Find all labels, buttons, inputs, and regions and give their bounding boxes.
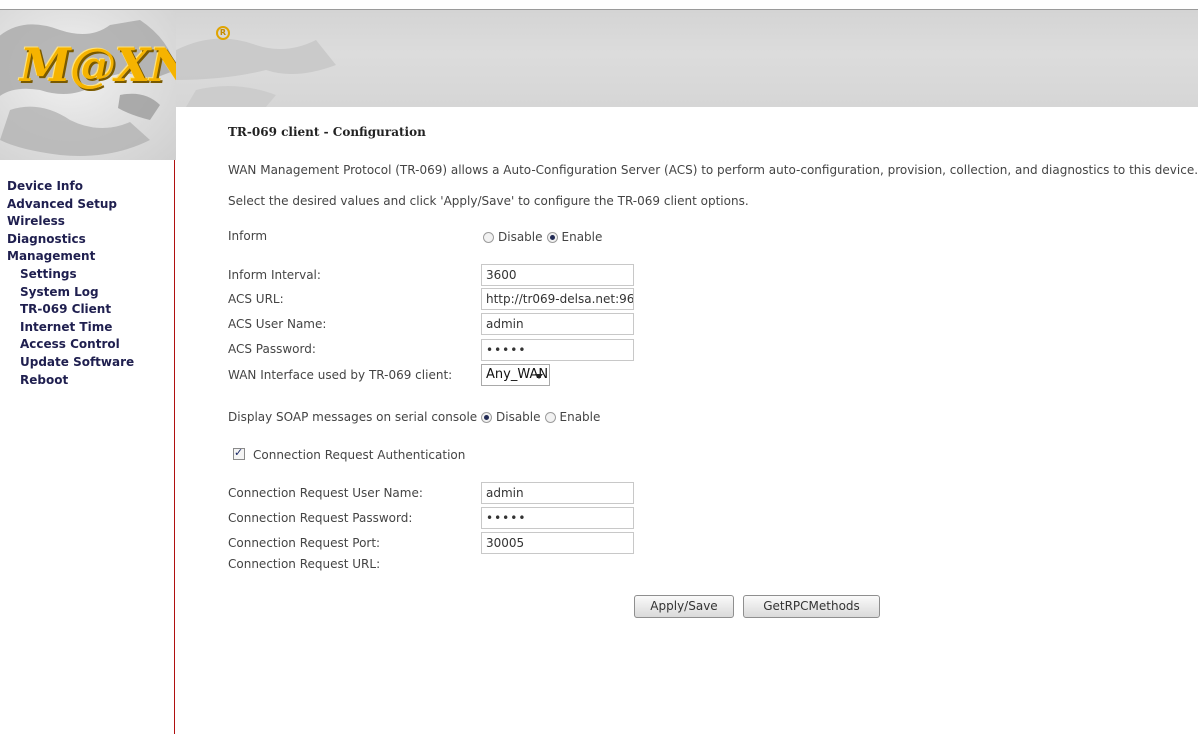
connection-request-auth-checkbox[interactable] — [233, 446, 245, 460]
inform-radio-group: Disable Enable — [483, 230, 606, 244]
soap-enable-radio[interactable] — [544, 411, 556, 423]
conn-request-password-input[interactable]: ••••• — [481, 507, 634, 529]
connection-request-auth-label: Connection Request Authentication — [253, 448, 466, 462]
nav-item-access-control[interactable]: Access Control — [7, 336, 172, 354]
acs-password-label: ACS Password: — [228, 342, 316, 356]
brand-logo: M@XNET — [20, 38, 176, 92]
nav-item-update-software[interactable]: Update Software — [7, 354, 172, 372]
get-rpc-methods-button[interactable]: GetRPCMethods — [743, 595, 880, 618]
inform-disable-label: Disable — [498, 230, 543, 244]
conn-request-user-label: Connection Request User Name: — [228, 486, 423, 500]
nav-item-management[interactable]: Management — [7, 248, 172, 266]
conn-request-url-label: Connection Request URL: — [228, 557, 381, 571]
soap-display-label: Display SOAP messages on serial console — [228, 410, 478, 424]
conn-request-password-label: Connection Request Password: — [228, 511, 413, 525]
nav-item-settings[interactable]: Settings — [7, 266, 172, 284]
soap-disable-label: Disable — [496, 410, 541, 424]
chevron-down-icon — [535, 374, 543, 379]
inform-interval-label: Inform Interval: — [228, 268, 321, 282]
sidebar-divider — [174, 160, 175, 734]
acs-url-input[interactable]: http://tr069-delsa.net:96 — [481, 288, 634, 310]
nav-item-reboot[interactable]: Reboot — [7, 372, 172, 390]
acs-user-name-input[interactable]: admin — [481, 313, 634, 335]
conn-request-user-input[interactable]: admin — [481, 482, 634, 504]
acs-user-name-label: ACS User Name: — [228, 317, 327, 331]
conn-request-port-label: Connection Request Port: — [228, 536, 381, 550]
nav-item-advanced-setup[interactable]: Advanced Setup — [7, 196, 172, 214]
nav-item-system-log[interactable]: System Log — [7, 284, 172, 302]
page-title: TR-069 client - Configuration — [228, 125, 426, 139]
main-content: TR-069 client - Configuration WAN Manage… — [228, 0, 1198, 734]
wan-interface-select[interactable]: Any_WAN — [481, 364, 550, 386]
soap-radio-group: Disable Enable — [481, 410, 604, 424]
nav-item-tr069-client[interactable]: TR-069 Client — [7, 301, 172, 319]
logo-panel: M@XNET — [0, 10, 176, 160]
nav-item-diagnostics[interactable]: Diagnostics — [7, 231, 172, 249]
inform-interval-input[interactable]: 3600 — [481, 264, 634, 286]
nav-item-wireless[interactable]: Wireless — [7, 213, 172, 231]
acs-url-label: ACS URL: — [228, 292, 284, 306]
page-description: WAN Management Protocol (TR-069) allows … — [228, 163, 1198, 177]
sidebar-nav: Device Info Advanced Setup Wireless Diag… — [7, 178, 172, 389]
acs-password-input[interactable]: ••••• — [481, 339, 634, 361]
nav-item-device-info[interactable]: Device Info — [7, 178, 172, 196]
inform-disable-radio[interactable] — [483, 231, 494, 243]
inform-enable-label: Enable — [561, 230, 603, 244]
soap-disable-radio[interactable] — [481, 411, 492, 423]
apply-save-button[interactable]: Apply/Save — [634, 595, 734, 618]
soap-enable-label: Enable — [559, 410, 601, 424]
nav-item-internet-time[interactable]: Internet Time — [7, 319, 172, 337]
wan-interface-label: WAN Interface used by TR-069 client: — [228, 368, 453, 382]
page-instruction: Select the desired values and click 'App… — [228, 194, 749, 208]
inform-label: Inform — [228, 229, 268, 243]
conn-request-port-input[interactable]: 30005 — [481, 532, 634, 554]
inform-enable-radio[interactable] — [546, 231, 558, 243]
